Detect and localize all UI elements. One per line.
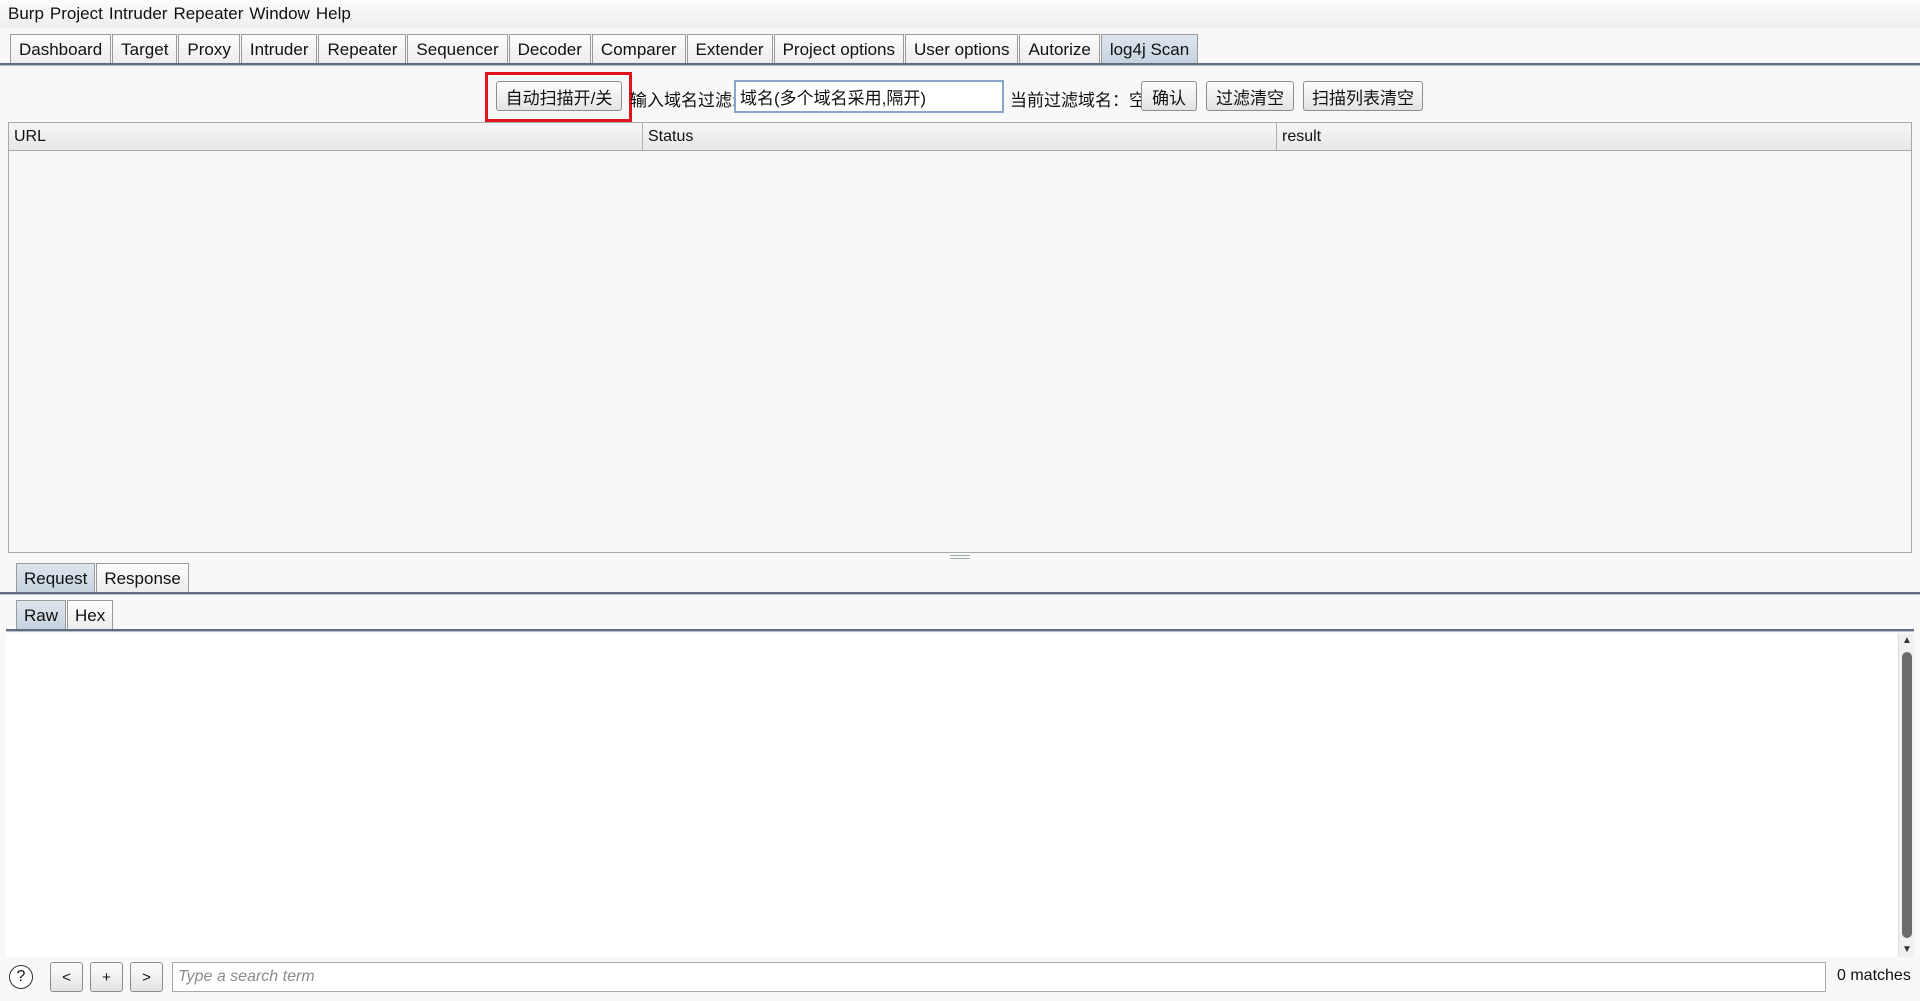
filter-label: 输入域名过滤: — [630, 91, 737, 110]
tab-raw[interactable]: Raw — [16, 600, 67, 630]
tab-intruder[interactable]: Intruder — [240, 34, 318, 64]
view-tabs: Raw Hex — [16, 600, 114, 630]
tab-repeater[interactable]: Repeater — [318, 34, 407, 64]
tab-log4j-scan[interactable]: log4j Scan — [1100, 34, 1199, 64]
domain-filter-input[interactable] — [734, 80, 1004, 113]
menu-repeater[interactable]: Repeater — [173, 4, 243, 24]
main-tabs: Dashboard Target Proxy Intruder Repeater… — [10, 34, 1199, 64]
match-count: 0 matches — [1837, 967, 1911, 984]
tab-divider — [0, 63, 1920, 66]
tab-autorize[interactable]: Autorize — [1019, 34, 1100, 64]
tab-proxy[interactable]: Proxy — [178, 34, 240, 64]
tab-project-options[interactable]: Project options — [773, 34, 905, 64]
clear-scan-list-button[interactable]: 扫描列表清空 — [1303, 81, 1423, 111]
column-url[interactable]: URL — [9, 123, 643, 151]
scroll-up-icon[interactable]: ▲ — [1899, 634, 1915, 648]
scroll-down-icon[interactable]: ▼ — [1899, 943, 1915, 957]
previous-match-button[interactable]: < — [50, 962, 83, 992]
current-filter-label: 当前过滤域名：空 — [1010, 91, 1146, 110]
editor-scrollbar[interactable]: ▲ ▼ — [1898, 634, 1914, 957]
menu-intruder[interactable]: Intruder — [109, 4, 168, 24]
detail-tabs: Request Response — [16, 563, 190, 593]
tab-decoder[interactable]: Decoder — [508, 34, 591, 64]
search-bar: ? < + > 0 matches — [0, 958, 1920, 1001]
split-pane-handle[interactable] — [950, 555, 970, 559]
menu-burp[interactable]: Burp — [8, 4, 44, 24]
confirm-button[interactable]: 确认 — [1141, 81, 1197, 111]
tab-sequencer[interactable]: Sequencer — [407, 34, 508, 64]
tab-dashboard[interactable]: Dashboard — [10, 34, 112, 64]
message-editor[interactable] — [6, 634, 1898, 957]
next-match-button[interactable]: > — [130, 962, 163, 992]
table-header: URL Status result — [9, 123, 1911, 151]
scroll-thumb[interactable] — [1902, 652, 1912, 938]
tab-hex[interactable]: Hex — [67, 600, 114, 630]
tab-extender[interactable]: Extender — [686, 34, 773, 64]
add-search-button[interactable]: + — [90, 962, 123, 992]
highlight-box — [485, 72, 632, 122]
tab-target[interactable]: Target — [112, 34, 178, 64]
detail-tab-divider — [0, 592, 1920, 595]
help-icon[interactable]: ? — [9, 965, 33, 989]
tab-comparer[interactable]: Comparer — [591, 34, 686, 64]
results-table[interactable]: URL Status result — [8, 122, 1912, 553]
menu-window[interactable]: Window — [249, 4, 309, 24]
menu-help[interactable]: Help — [316, 4, 351, 24]
tab-user-options[interactable]: User options — [905, 34, 1019, 64]
menu-project[interactable]: Project — [50, 4, 103, 24]
clear-filter-button[interactable]: 过滤清空 — [1206, 81, 1294, 111]
search-input[interactable] — [172, 962, 1826, 992]
tab-request[interactable]: Request — [16, 563, 96, 593]
view-tab-divider — [6, 629, 1914, 632]
tab-response[interactable]: Response — [96, 563, 189, 593]
column-status[interactable]: Status — [643, 123, 1277, 151]
column-result[interactable]: result — [1277, 123, 1911, 151]
menu-bar: Burp Project Intruder Repeater Window He… — [0, 0, 1920, 28]
